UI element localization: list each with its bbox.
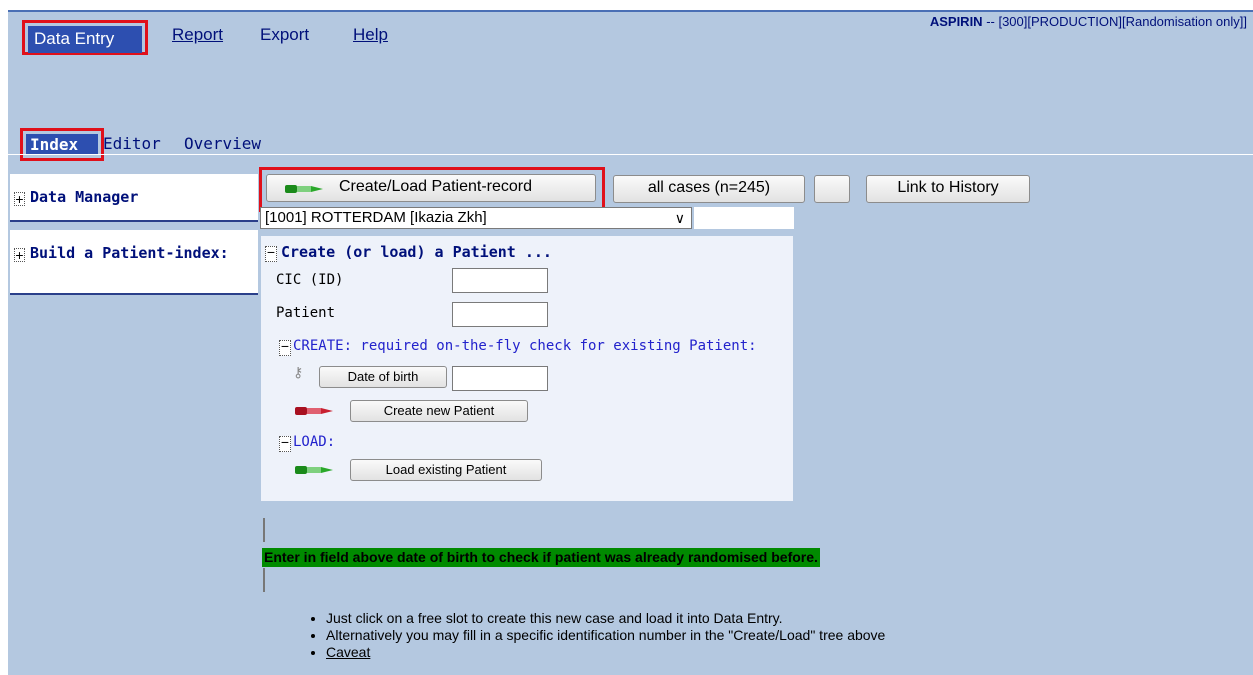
app-window: Data Entry Report Export Help ASPIRIN --… [8, 10, 1253, 675]
menu-help[interactable]: Help [353, 25, 388, 45]
list-item: Alternatively you may fill in a specific… [326, 627, 885, 644]
menu-data-entry-label: Data Entry [28, 26, 142, 53]
app-name: ASPIRIN [929, 14, 983, 29]
site-select[interactable]: [1001] ROTTERDAM [Ikazia Zkh] ∨ [260, 207, 692, 229]
menu-report[interactable]: Report [172, 25, 223, 45]
expand-toggle[interactable]: + [14, 248, 25, 262]
divider [8, 154, 1253, 155]
divider [263, 518, 265, 542]
key-icon: ⚷ [293, 364, 304, 380]
status-message: Enter in field above date of birth to ch… [262, 548, 820, 567]
link-to-history-button[interactable]: Link to History [866, 175, 1030, 203]
expand-toggle[interactable]: + [14, 192, 25, 206]
red-pen-icon [295, 407, 333, 415]
cic-label: CIC (ID) [276, 272, 344, 288]
app-title: ASPIRIN -- [300][PRODUCTION][Randomisati… [930, 14, 1247, 29]
green-pen-icon [285, 185, 323, 193]
list-item: Just click on a free slot to create this… [326, 610, 885, 627]
chevron-down-icon: ∨ [674, 210, 685, 226]
tab-editor[interactable]: Editor [103, 134, 161, 153]
collapse-toggle[interactable]: − [279, 339, 291, 356]
tab-overview[interactable]: Overview [184, 134, 261, 153]
create-load-label: Create/Load Patient-record [339, 178, 532, 195]
sidebar-item-label: Data Manager [30, 188, 139, 206]
divider [263, 568, 265, 592]
sidebar-item-build-patient-index[interactable]: + Build a Patient-index: [10, 230, 258, 295]
patient-input[interactable] [452, 302, 548, 327]
menu-data-entry[interactable]: Data Entry [22, 20, 148, 55]
green-pen-icon [295, 466, 333, 474]
create-load-button[interactable]: Create/Load Patient-record [266, 174, 596, 202]
tab-index[interactable]: Index [20, 128, 104, 161]
tab-index-label: Index [26, 134, 98, 155]
blank-button[interactable] [814, 175, 850, 203]
collapse-toggle[interactable]: − [265, 245, 277, 262]
caveat-link[interactable]: Caveat [326, 644, 885, 661]
create-new-patient-button[interactable]: Create new Patient [350, 400, 528, 422]
menu-export[interactable]: Export [260, 25, 309, 45]
sidebar-item-data-manager[interactable]: + Data Manager [10, 174, 258, 222]
sidebar-item-label: Build a Patient-index: [30, 244, 229, 262]
patient-label: Patient [276, 305, 336, 321]
site-select-extra [694, 207, 794, 229]
collapse-toggle[interactable]: − [279, 435, 291, 452]
date-of-birth-input[interactable] [452, 366, 548, 391]
create-section-label: CREATE: required on-the-fly check for ex… [293, 338, 757, 354]
create-panel-heading: Create (or load) a Patient ... [281, 243, 552, 261]
create-load-highlight: Create/Load Patient-record [259, 167, 605, 212]
load-existing-patient-button[interactable]: Load existing Patient [350, 459, 542, 481]
date-of-birth-button[interactable]: Date of birth [319, 366, 447, 388]
create-panel: − Create (or load) a Patient ... CIC (ID… [261, 236, 793, 501]
app-environment: -- [300][PRODUCTION][Randomisation only]… [982, 14, 1247, 29]
site-select-value: [1001] ROTTERDAM [Ikazia Zkh] [265, 209, 487, 226]
load-section-label: LOAD: [293, 434, 336, 450]
notes-list: Just click on a free slot to create this… [308, 610, 885, 661]
all-cases-button[interactable]: all cases (n=245) [613, 175, 805, 203]
cic-input[interactable] [452, 268, 548, 293]
